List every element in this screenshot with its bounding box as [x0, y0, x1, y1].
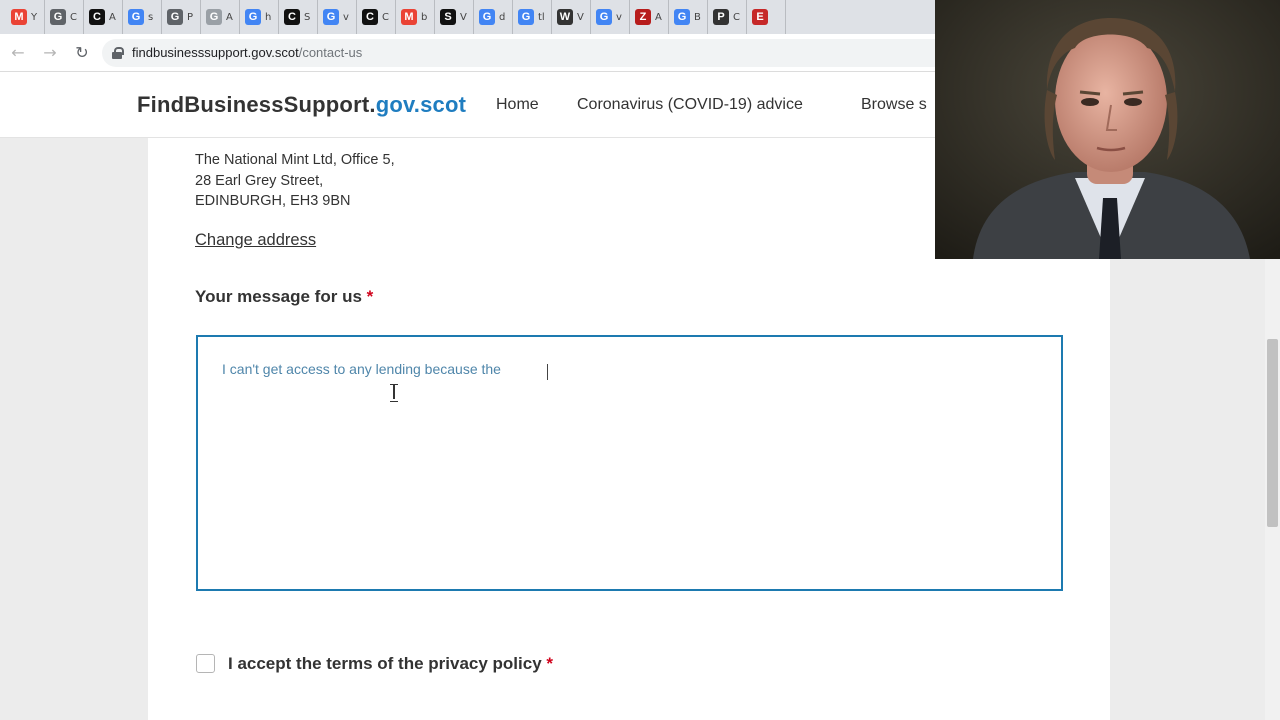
tab-favicon-icon: M: [401, 9, 417, 25]
logo-domain-text: gov.scot: [375, 92, 467, 117]
tab-favicon-icon: C: [284, 9, 300, 25]
tab-title: C: [382, 11, 389, 23]
browser-tab[interactable]: CA: [84, 0, 123, 34]
tab-title: A: [655, 11, 662, 23]
browser-tab[interactable]: Gd: [474, 0, 513, 34]
tab-title: S: [304, 11, 311, 23]
forward-button[interactable]: →: [34, 37, 66, 69]
tab-favicon-icon: C: [89, 9, 105, 25]
tab-favicon-icon: S: [440, 9, 456, 25]
back-button[interactable]: ←: [2, 37, 34, 69]
browser-tab[interactable]: Gv: [318, 0, 357, 34]
url-host: findbusinesssupport.gov.scot: [132, 45, 299, 60]
tab-favicon-icon: Z: [635, 9, 651, 25]
browser-tab[interactable]: Gtl: [513, 0, 552, 34]
tab-favicon-icon: G: [50, 9, 66, 25]
browser-tab[interactable]: GB: [669, 0, 708, 34]
browser-tab[interactable]: ZA: [630, 0, 669, 34]
reload-button[interactable]: ↻: [66, 37, 98, 69]
privacy-label[interactable]: I accept the terms of the privacy policy…: [228, 654, 553, 674]
tab-title: v: [616, 11, 622, 23]
message-textarea[interactable]: I can't get access to any lending becaus…: [196, 335, 1063, 591]
tab-title: C: [733, 11, 740, 23]
address-line-3: EDINBURGH, EH3 9BN: [195, 193, 351, 209]
tab-favicon-icon: G: [323, 9, 339, 25]
browser-tab[interactable]: MY: [6, 0, 45, 34]
address-line-2: 28 Earl Grey Street,: [195, 173, 324, 189]
tab-favicon-icon: P: [713, 9, 729, 25]
lock-icon: [112, 46, 124, 59]
url-path: /contact-us: [298, 45, 363, 60]
browser-tab[interactable]: PC: [708, 0, 747, 34]
browser-tab[interactable]: Gv: [591, 0, 630, 34]
browser-tab[interactable]: SV: [435, 0, 474, 34]
tab-favicon-icon: G: [167, 9, 183, 25]
browser-tab[interactable]: CC: [357, 0, 396, 34]
browser-tab[interactable]: Gs: [123, 0, 162, 34]
tab-title: A: [109, 11, 116, 23]
nav-home[interactable]: Home: [496, 96, 539, 114]
tab-favicon-icon: M: [11, 9, 27, 25]
browser-tab[interactable]: Mb: [396, 0, 435, 34]
tab-favicon-icon: E: [752, 9, 768, 25]
tab-title: C: [70, 11, 77, 23]
tab-favicon-icon: G: [245, 9, 261, 25]
tab-title: b: [421, 11, 428, 23]
tab-title: h: [265, 11, 272, 23]
tab-favicon-icon: G: [518, 9, 534, 25]
tab-favicon-icon: W: [557, 9, 573, 25]
tab-title: tl: [538, 11, 545, 23]
tab-favicon-icon: G: [128, 9, 144, 25]
required-asterisk: *: [546, 654, 554, 673]
privacy-label-text: I accept the terms of the privacy policy: [228, 654, 542, 673]
tab-title: d: [499, 11, 506, 23]
browser-tab[interactable]: GC: [45, 0, 84, 34]
tab-title: V: [577, 11, 584, 23]
tab-favicon-icon: G: [674, 9, 690, 25]
tab-title: A: [226, 11, 233, 23]
logo-main-text: FindBusinessSupport.: [137, 92, 376, 117]
tab-title: P: [187, 11, 194, 23]
message-label-text: Your message for us: [195, 287, 362, 306]
tab-title: V: [460, 11, 467, 23]
required-asterisk: *: [366, 287, 374, 306]
ibeam-cursor-icon: [390, 384, 398, 402]
privacy-checkbox[interactable]: [196, 654, 215, 673]
change-address-link[interactable]: Change address: [195, 231, 316, 250]
site-logo[interactable]: FindBusinessSupport.gov.scot: [137, 92, 466, 118]
tab-title: v: [343, 11, 349, 23]
browser-tab[interactable]: CS: [279, 0, 318, 34]
tab-favicon-icon: G: [479, 9, 495, 25]
browser-tab[interactable]: GP: [162, 0, 201, 34]
tab-title: s: [148, 11, 154, 23]
text-caret: [547, 364, 548, 380]
browser-tab[interactable]: E: [747, 0, 786, 34]
tab-title: B: [694, 11, 701, 23]
tab-title: Y: [31, 11, 38, 23]
nav-coronavirus-advice[interactable]: Coronavirus (COVID-19) advice: [577, 96, 803, 114]
browser-tab[interactable]: Gh: [240, 0, 279, 34]
webcam-overlay: [935, 0, 1280, 259]
address-line-1: The National Mint Ltd, Office 5,: [195, 152, 395, 168]
scrollbar-thumb[interactable]: [1267, 339, 1278, 527]
tab-favicon-icon: G: [596, 9, 612, 25]
browser-tab[interactable]: WV: [552, 0, 591, 34]
tab-favicon-icon: C: [362, 9, 378, 25]
message-label: Your message for us *: [195, 287, 373, 307]
tab-favicon-icon: G: [206, 9, 222, 25]
nav-browse-support[interactable]: Browse s: [861, 96, 927, 114]
browser-tab[interactable]: GA: [201, 0, 240, 34]
presenter-video-image: [935, 0, 1280, 259]
